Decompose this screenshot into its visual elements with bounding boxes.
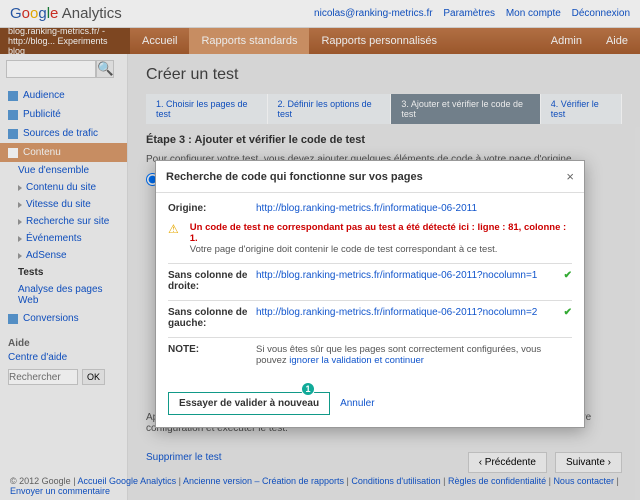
- warning-icon: ⚠: [168, 222, 179, 236]
- origin-label: Origine:: [168, 203, 248, 214]
- check-icon: ✔: [564, 307, 572, 318]
- cancel-link[interactable]: Annuler: [340, 398, 374, 409]
- warning-sub: Votre page d'origine doit contenir le co…: [190, 244, 572, 255]
- left-col-link[interactable]: http://blog.ranking-metrics.fr/informati…: [256, 307, 537, 318]
- modal-title: Recherche de code qui fonctionne sur vos…: [166, 171, 423, 183]
- right-col-label: Sans colonne de droite:: [168, 270, 248, 292]
- check-icon: ✔: [564, 270, 572, 281]
- right-col-link[interactable]: http://blog.ranking-metrics.fr/informati…: [256, 270, 537, 281]
- origin-link[interactable]: http://blog.ranking-metrics.fr/informati…: [256, 203, 477, 214]
- validation-modal: Recherche de code qui fonctionne sur vos…: [155, 160, 585, 428]
- close-icon[interactable]: ×: [566, 169, 574, 184]
- warning-text: Un code de test ne correspondant pas au …: [190, 222, 572, 244]
- note-label: NOTE:: [168, 344, 248, 355]
- skip-validation-link[interactable]: ignorer la validation et continuer: [289, 355, 424, 366]
- step-badge: 1: [301, 382, 315, 396]
- left-col-label: Sans colonne de gauche:: [168, 307, 248, 329]
